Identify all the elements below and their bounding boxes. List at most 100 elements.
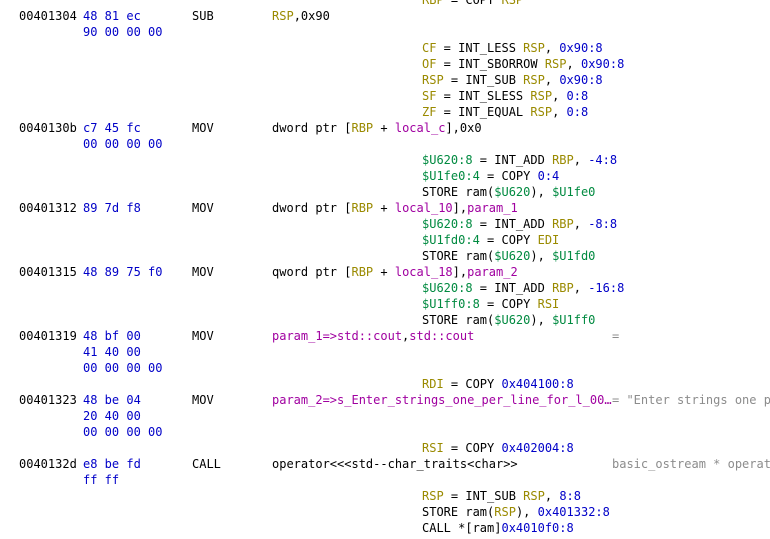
pcode-op-token[interactable]: STORE ram( <box>422 185 494 199</box>
pcode-op-token[interactable]: RBP <box>552 281 574 295</box>
pcode-row[interactable]: $U1fe0:4 = COPY 0:4 <box>0 168 770 184</box>
pcode-op-token[interactable]: EDI <box>538 233 560 247</box>
pcode-op-token[interactable]: , <box>574 217 588 231</box>
pcode-op[interactable]: RDI = COPY 0x404100:8 <box>422 376 574 392</box>
pcode-row[interactable]: ZF = INT_EQUAL RSP, 0:8 <box>0 104 770 120</box>
instruction-row[interactable]: 41 40 00 <box>0 344 770 360</box>
instruction-row[interactable]: 00401304 48 81 ec SUB RSP,0x90 <box>0 8 770 24</box>
pcode-op-token[interactable]: $U1fe0:4 <box>422 169 480 183</box>
pcode-op-token[interactable]: ), <box>530 249 552 263</box>
pcode-op-token[interactable]: $U620:8 <box>422 281 473 295</box>
pcode-op[interactable]: STORE ram($U620), $U1fe0 <box>422 184 595 200</box>
instruction-bytes[interactable]: 48 bf 00 <box>83 328 141 344</box>
eol-comment[interactable]: = <box>612 328 619 344</box>
pcode-op-token[interactable]: = INT_SLESS <box>436 89 530 103</box>
pcode-op-token[interactable]: 0x90:8 <box>559 41 602 55</box>
pcode-op-token[interactable]: 0:4 <box>538 169 560 183</box>
pcode-op[interactable]: STORE ram($U620), $U1fd0 <box>422 248 595 264</box>
pcode-op-token[interactable]: RSP <box>523 489 545 503</box>
instruction-mnemonic[interactable]: MOV <box>192 264 214 280</box>
pcode-op-token[interactable]: = INT_SBORROW <box>436 57 544 71</box>
pcode-op-token[interactable]: 0x4010f0:8 <box>501 521 573 535</box>
pcode-op[interactable]: $U1fe0:4 = COPY 0:4 <box>422 168 559 184</box>
pcode-op-token[interactable]: 0x402004:8 <box>501 441 573 455</box>
pcode-op-token[interactable]: STORE ram( <box>422 249 494 263</box>
pcode-row[interactable]: RSP = INT_SUB RSP, 0x90:8 <box>0 72 770 88</box>
pcode-op-token[interactable]: = INT_ADD <box>473 153 552 167</box>
pcode-op-token[interactable]: RSP <box>545 57 567 71</box>
instruction-mnemonic[interactable]: SUB <box>192 8 214 24</box>
instruction-bytes[interactable]: 48 be 04 <box>83 392 141 408</box>
instruction-address[interactable]: 00401312 <box>19 200 77 216</box>
eol-comment[interactable]: basic_ostream * operato <box>612 456 770 472</box>
instruction-operands[interactable]: operator<<<std--char_traits<char>> <box>272 456 518 472</box>
pcode-op[interactable]: $U620:8 = INT_ADD RBP, -4:8 <box>422 152 617 168</box>
instruction-operands-token[interactable]: param_2 <box>467 265 518 279</box>
pcode-op-token[interactable]: $U620 <box>494 185 530 199</box>
pcode-op-token[interactable]: 8:8 <box>559 489 581 503</box>
pcode-op-token[interactable]: , <box>574 153 588 167</box>
pcode-op-token[interactable]: $U620:8 <box>422 217 473 231</box>
pcode-row[interactable]: SF = INT_SLESS RSP, 0:8 <box>0 88 770 104</box>
pcode-op-token[interactable]: RDI <box>422 377 444 391</box>
pcode-op-token[interactable]: $U1fd0 <box>552 249 595 263</box>
pcode-op-token[interactable]: = INT_ADD <box>473 217 552 231</box>
instruction-operands-token[interactable]: qword ptr [ <box>272 265 351 279</box>
pcode-op-token[interactable]: RSI <box>422 441 444 455</box>
pcode-row[interactable]: CALL *[ram]0x4010f0:8 <box>0 520 770 536</box>
instruction-operands-token[interactable]: local_10 <box>395 201 453 215</box>
pcode-row[interactable]: STORE ram($U620), $U1fe0 <box>0 184 770 200</box>
instruction-bytes[interactable]: 00 00 00 00 <box>83 360 162 376</box>
instruction-operands[interactable]: param_1=>std::cout,std::cout <box>272 328 474 344</box>
pcode-op-token[interactable]: $U1ff0:8 <box>422 297 480 311</box>
instruction-operands-token[interactable]: std::cout <box>409 329 474 343</box>
pcode-op-token[interactable]: = COPY <box>480 297 538 311</box>
instruction-operands-token[interactable]: param_1 <box>467 201 518 215</box>
instruction-row[interactable]: 00401315 48 89 75 f0 MOV qword ptr [RBP + l… <box>0 264 770 280</box>
pcode-op-token[interactable]: $U620 <box>494 249 530 263</box>
instruction-operands[interactable]: RSP,0x90 <box>272 8 330 24</box>
instruction-operands-token[interactable]: dword ptr [ <box>272 121 351 135</box>
instruction-address[interactable]: 00401315 <box>19 264 77 280</box>
pcode-op-token[interactable]: , <box>567 57 581 71</box>
pcode-op[interactable]: STORE ram($U620), $U1ff0 <box>422 312 595 328</box>
pcode-op-token[interactable]: = COPY <box>480 169 538 183</box>
pcode-op-token[interactable]: RSP <box>523 41 545 55</box>
instruction-operands-token[interactable]: + <box>373 121 395 135</box>
pcode-op-token[interactable]: , <box>545 73 559 87</box>
instruction-operands[interactable]: dword ptr [RBP + local_10],param_1 <box>272 200 518 216</box>
pcode-op-token[interactable]: ), <box>516 505 538 519</box>
pcode-op[interactable]: $U620:8 = INT_ADD RBP, -16:8 <box>422 280 624 296</box>
pcode-op-token[interactable]: = COPY <box>480 233 538 247</box>
pcode-op-token[interactable]: 0:8 <box>567 105 589 119</box>
pcode-row[interactable]: $U1fd0:4 = COPY EDI <box>0 232 770 248</box>
instruction-row[interactable]: 0040130b c7 45 fc MOV dword ptr [RBP + loca… <box>0 120 770 136</box>
instruction-bytes[interactable]: 48 89 75 f0 <box>83 264 162 280</box>
pcode-row[interactable]: $U1ff0:8 = COPY RSI <box>0 296 770 312</box>
instruction-mnemonic[interactable]: MOV <box>192 328 214 344</box>
instruction-address[interactable]: 0040130b <box>19 120 77 136</box>
pcode-op-token[interactable]: -16:8 <box>588 281 624 295</box>
pcode-op-token[interactable]: RSP <box>422 489 444 503</box>
pcode-op-token[interactable]: -8:8 <box>588 217 617 231</box>
instruction-operands[interactable]: param_2=>s_Enter_strings_one_per_line_fo… <box>272 392 612 408</box>
pcode-op[interactable]: $U1fd0:4 = COPY EDI <box>422 232 559 248</box>
pcode-op-token[interactable]: $U1fe0 <box>552 185 595 199</box>
pcode-row[interactable]: $U620:8 = INT_ADD RBP, -16:8 <box>0 280 770 296</box>
instruction-mnemonic[interactable]: MOV <box>192 392 214 408</box>
instruction-operands-token[interactable]: param_2=>s_Enter_strings_one_per_line_fo… <box>272 393 612 407</box>
pcode-op-token[interactable]: RBP <box>422 0 444 7</box>
pcode-op[interactable]: OF = INT_SBORROW RSP, 0x90:8 <box>422 56 624 72</box>
pcode-op-token[interactable]: RSP <box>501 0 523 7</box>
pcode-op-token[interactable]: = COPY <box>444 0 502 7</box>
pcode-row[interactable]: $U620:8 = INT_ADD RBP, -4:8 <box>0 152 770 168</box>
pcode-op-token[interactable]: 0x90:8 <box>581 57 624 71</box>
instruction-mnemonic[interactable]: MOV <box>192 200 214 216</box>
eol-comment[interactable]: = "Enter strings one pe <box>612 392 770 408</box>
instruction-operands-token[interactable]: RBP <box>351 201 373 215</box>
instruction-row[interactable]: 00401319 48 bf 00 MOV param_1=>std::cout,st… <box>0 328 770 344</box>
pcode-op-token[interactable]: RBP <box>552 153 574 167</box>
pcode-op-token[interactable]: ZF <box>422 105 436 119</box>
instruction-operands-token[interactable]: RBP <box>351 121 373 135</box>
instruction-operands-token[interactable]: RSP <box>272 9 294 23</box>
